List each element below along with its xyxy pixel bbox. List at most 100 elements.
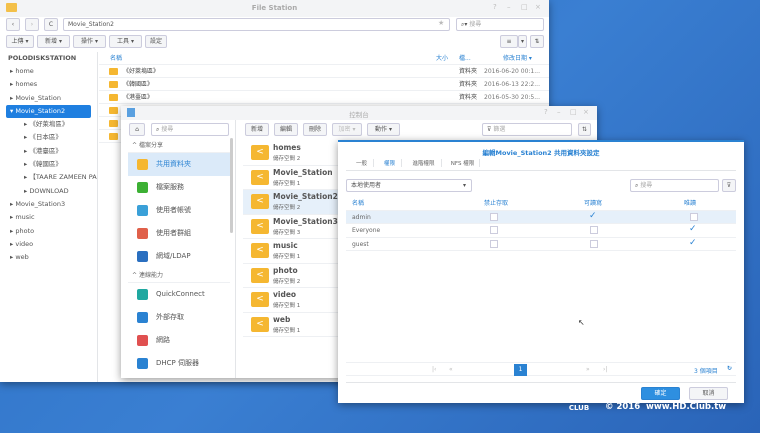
path-input[interactable]: Movie_Station2 [63, 18, 450, 31]
tree-item[interactable]: ▾ Movie_Station2 [6, 104, 91, 119]
minimize-icon[interactable]: – [507, 3, 511, 11]
file-row[interactable]: 《港臺區》 資料夾 2016-05-30 20:5... [99, 91, 549, 104]
sidebar-item[interactable]: QuickConnect [128, 283, 230, 306]
tree-item[interactable]: ▸ 《韓國區》 [0, 158, 97, 171]
sidebar-section-header[interactable]: ^ 檔案分享 [128, 138, 230, 153]
sidebar-item[interactable]: DHCP 伺服器 [128, 352, 230, 375]
checkbox[interactable] [590, 226, 598, 234]
toolbar-button[interactable]: 刪除 [303, 123, 327, 136]
close-icon[interactable]: × [535, 3, 541, 11]
toolbar-button[interactable]: 操作 ▾ [73, 35, 106, 48]
cancel-button[interactable]: 取消 [689, 387, 728, 400]
tree-root[interactable]: POLODISKSTATION [8, 54, 76, 62]
home-button[interactable]: ⌂ [129, 123, 145, 136]
tree-item[interactable]: ▸ home [0, 65, 97, 78]
sidebar-search-input[interactable]: ⌕ 搜尋 [151, 123, 229, 136]
refresh-button[interactable]: C [44, 18, 58, 31]
toolbar-button[interactable]: 上傳 ▾ [6, 35, 34, 48]
back-button[interactable]: ‹ [6, 18, 20, 31]
sidebar-item[interactable]: 共用資料夾 [128, 153, 230, 176]
tree-item[interactable]: ▸ video [0, 238, 97, 251]
toolbar-button[interactable]: 編輯 [274, 123, 298, 136]
checkbox[interactable] [590, 239, 598, 248]
dialog-search-input[interactable]: ⌕ 搜尋 [630, 179, 719, 192]
tab[interactable]: NFS 權限 [446, 159, 480, 167]
toolbar-button[interactable]: 新增 [245, 123, 269, 136]
maximize-icon[interactable]: □ [570, 108, 577, 116]
file-row[interactable]: 《好萊塢區》 資料夾 2016-06-20 00:1... [99, 65, 549, 78]
prev-page-icon[interactable]: « [449, 366, 453, 373]
col-deny[interactable]: 禁止存取 [484, 197, 508, 210]
close-icon[interactable]: × [583, 108, 589, 116]
tree-item[interactable]: ▸ DOWNLOAD [0, 185, 97, 198]
share-row[interactable]: < Movie_Station2 儲存空間 2 [243, 190, 343, 215]
tree-item[interactable]: ▸ photo [0, 225, 97, 238]
tree-item[interactable]: ▸ Movie_Station3 [0, 198, 97, 211]
filter-button[interactable]: ⊽ [722, 179, 736, 192]
share-row[interactable]: < homes 儲存空間 2 [243, 141, 343, 166]
sidebar-scrollbar[interactable] [230, 138, 233, 233]
sidebar-item[interactable]: 檔案服務 [128, 176, 230, 199]
tree-item[interactable]: ▸ web [0, 251, 97, 264]
col-modified[interactable]: 修改日期 ▾ [503, 52, 532, 65]
col-type[interactable]: 檔... [459, 52, 471, 65]
tab[interactable]: 一般 [350, 159, 374, 167]
tree-item[interactable]: ▸ 《日本區》 [0, 131, 97, 144]
toolbar-button[interactable]: 動作 ▾ [367, 123, 400, 136]
tree-item[interactable]: ▸ Movie_Station [0, 92, 97, 105]
tab[interactable]: 權限 [378, 159, 402, 167]
search-input[interactable]: ⌕▾ 搜尋 [456, 18, 544, 31]
ok-button[interactable]: 確定 [641, 387, 680, 400]
checkbox-checked[interactable]: ✓ [589, 210, 597, 223]
next-page-icon[interactable]: » [586, 366, 590, 373]
sort-button[interactable]: ⇅ [578, 123, 591, 136]
tree-item[interactable]: ▸ 《港臺區》 [0, 145, 97, 158]
checkbox[interactable] [490, 226, 498, 234]
checkbox[interactable] [490, 239, 498, 248]
col-read-write[interactable]: 可讀寫 [584, 197, 602, 210]
share-row[interactable]: < photo 儲存空間 2 [243, 264, 343, 288]
checkbox-checked[interactable]: ✓ [689, 237, 697, 250]
tree-item[interactable]: ▸ 【TAARE ZAMEEN PA [0, 171, 97, 184]
col-read-only[interactable]: 唯讀 [684, 197, 696, 210]
first-page-icon[interactable]: |‹ [432, 366, 436, 373]
checkbox[interactable] [690, 212, 698, 221]
col-name[interactable]: 名稱 [352, 197, 364, 210]
col-name[interactable]: 名稱 [110, 52, 122, 65]
last-page-icon[interactable]: ›| [603, 366, 607, 373]
share-row[interactable]: < Movie_Station 儲存空間 1 [243, 166, 343, 190]
share-row[interactable]: < video 儲存空間 1 [243, 288, 343, 313]
sidebar-item[interactable]: 使用者帳號 [128, 199, 230, 222]
filter-input[interactable]: ⊽ 篩選 [482, 123, 572, 136]
sidebar-item[interactable]: 外部存取 [128, 306, 230, 329]
sidebar-item[interactable]: 使用者群組 [128, 222, 230, 245]
share-row[interactable]: < Movie_Station3 儲存空間 3 [243, 215, 343, 239]
sidebar-section-header[interactable]: ^ 連線能力 [128, 268, 230, 283]
help-icon[interactable]: ? [544, 108, 548, 116]
toolbar-button[interactable]: 加密 ▾ [332, 123, 362, 136]
maximize-icon[interactable]: □ [521, 3, 528, 11]
page-number[interactable]: 1 [514, 364, 527, 376]
view-list-button[interactable]: ≡ [500, 35, 518, 48]
sort-button[interactable]: ⇅ [530, 35, 544, 48]
sidebar-item[interactable]: 網路 [128, 329, 230, 352]
share-row[interactable]: < web 儲存空間 1 [243, 313, 343, 337]
toolbar-button[interactable]: 設定 [145, 35, 167, 48]
file-row[interactable]: 《韓國區》 資料夾 2016-06-13 22:2... [99, 78, 549, 91]
toolbar-button[interactable]: 工具 ▾ [109, 35, 142, 48]
tab[interactable]: 進階權限 [406, 159, 442, 167]
user-type-select[interactable]: 本地使用者 ▾ [346, 179, 472, 192]
tree-item[interactable]: ▸ 《好萊塢區》 [0, 118, 97, 131]
refresh-icon[interactable]: ↻ [727, 365, 732, 372]
favorite-star-icon[interactable]: ★ [438, 19, 444, 27]
tree-item[interactable]: ▸ music [0, 211, 97, 224]
minimize-icon[interactable]: – [557, 108, 561, 116]
col-size[interactable]: 大小 [436, 52, 448, 65]
toolbar-button[interactable]: 新增 ▾ [37, 35, 70, 48]
forward-button[interactable]: › [25, 18, 39, 31]
share-row[interactable]: < music 儲存空間 1 [243, 239, 343, 264]
view-dropdown-button[interactable]: ▾ [518, 35, 527, 48]
sidebar-item[interactable]: 網域/LDAP [128, 245, 230, 268]
help-icon[interactable]: ? [493, 3, 497, 11]
checkbox-checked[interactable]: ✓ [689, 223, 697, 236]
